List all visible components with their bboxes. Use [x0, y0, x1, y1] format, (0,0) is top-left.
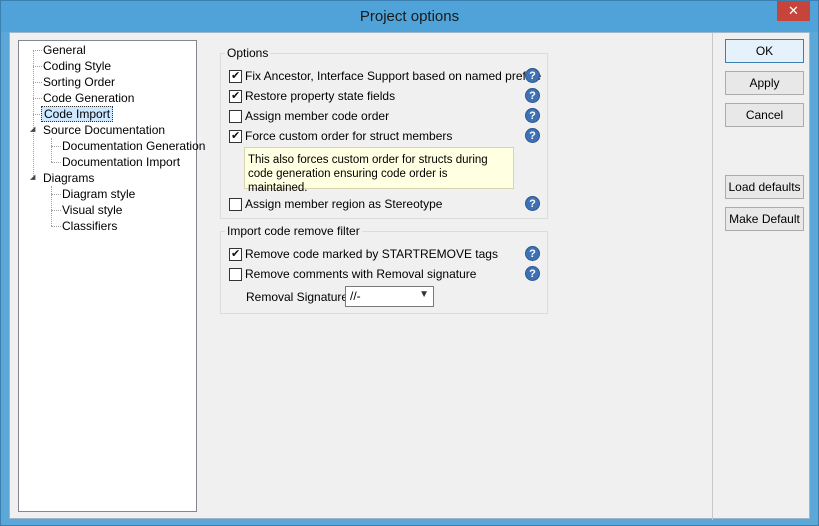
tree-connector — [51, 138, 52, 162]
load-defaults-button[interactable]: Load defaults — [725, 175, 804, 199]
removal-signature-select[interactable]: //- ▼ — [345, 286, 434, 307]
dialog-client: General Coding Style Sorting Order Code … — [9, 32, 810, 520]
help-icon[interactable]: ? — [525, 68, 540, 83]
help-icon[interactable]: ? — [525, 266, 540, 281]
tree-item-code-generation[interactable]: Code Generation — [41, 90, 136, 106]
options-group: Options Fix Ancestor, Interface Support … — [220, 46, 548, 219]
help-icon[interactable]: ? — [525, 88, 540, 103]
force-custom-note: This also forces custom order for struct… — [244, 147, 514, 194]
help-icon[interactable]: ? — [525, 128, 540, 143]
window-title: Project options — [359, 8, 460, 25]
removal-signature-value: //- — [350, 289, 361, 303]
tree-item-general[interactable]: General — [41, 42, 88, 58]
import-filter-group: Import code remove filter Remove code ma… — [220, 224, 548, 314]
restore-property-label[interactable]: Restore property state fields — [245, 89, 395, 103]
project-options-window: Project options ✕ General Coding Style S… — [0, 0, 819, 526]
tree-item-sorting-order[interactable]: Sorting Order — [41, 74, 117, 90]
assign-region-label[interactable]: Assign member region as Stereotype — [245, 197, 442, 211]
panel-divider — [712, 33, 713, 520]
tree-item-diagrams[interactable]: Diagrams — [41, 170, 96, 186]
removal-signature-label: Removal Signature — [246, 290, 349, 304]
tree-item-coding-style[interactable]: Coding Style — [41, 58, 113, 74]
force-custom-label[interactable]: Force custom order for struct members — [245, 129, 452, 143]
ok-button[interactable]: OK — [725, 39, 804, 63]
tree-item-classifiers[interactable]: Classifiers — [60, 218, 119, 234]
apply-button[interactable]: Apply — [725, 71, 804, 95]
title-bar[interactable]: Project options ✕ — [1, 1, 818, 32]
tree-item-code-import[interactable]: Code Import — [41, 106, 114, 122]
options-tree[interactable]: General Coding Style Sorting Order Code … — [18, 40, 205, 512]
options-legend: Options — [225, 46, 271, 60]
restore-property-checkbox[interactable] — [229, 89, 242, 103]
remove-code-checkbox[interactable] — [229, 247, 242, 261]
remove-code-label[interactable]: Remove code marked by STARTREMOVE tags — [245, 247, 498, 261]
tree-item-documentation-import[interactable]: Documentation Import — [60, 154, 182, 170]
tree-connector — [51, 186, 52, 226]
expand-diagrams-icon[interactable]: ◢ — [30, 174, 38, 182]
tree-item-visual-style[interactable]: Visual style — [60, 202, 124, 218]
assign-member-checkbox[interactable] — [229, 110, 242, 123]
assign-member-label[interactable]: Assign member code order — [245, 109, 389, 123]
tree-item-diagram-style[interactable]: Diagram style — [60, 186, 137, 202]
fix-ancestor-label[interactable]: Fix Ancestor, Interface Support based on… — [245, 69, 541, 83]
tree-item-source-documentation[interactable]: Source Documentation — [41, 122, 167, 138]
make-default-button[interactable]: Make Default — [725, 207, 804, 231]
close-icon[interactable]: ✕ — [777, 1, 810, 21]
force-custom-checkbox[interactable] — [229, 129, 242, 143]
remove-comments-label[interactable]: Remove comments with Removal signature — [245, 267, 476, 281]
import-filter-legend: Import code remove filter — [225, 224, 362, 238]
cancel-button[interactable]: Cancel — [725, 103, 804, 127]
help-icon[interactable]: ? — [525, 246, 540, 261]
assign-region-checkbox[interactable] — [229, 198, 242, 211]
expand-source-documentation-icon[interactable]: ◢ — [30, 126, 38, 134]
fix-ancestor-checkbox[interactable] — [229, 69, 242, 83]
chevron-down-icon: ▼ — [419, 289, 429, 300]
help-icon[interactable]: ? — [525, 196, 540, 211]
help-icon[interactable]: ? — [525, 108, 540, 123]
remove-comments-checkbox[interactable] — [229, 268, 242, 281]
tree-item-documentation-generation[interactable]: Documentation Generation — [60, 138, 207, 154]
